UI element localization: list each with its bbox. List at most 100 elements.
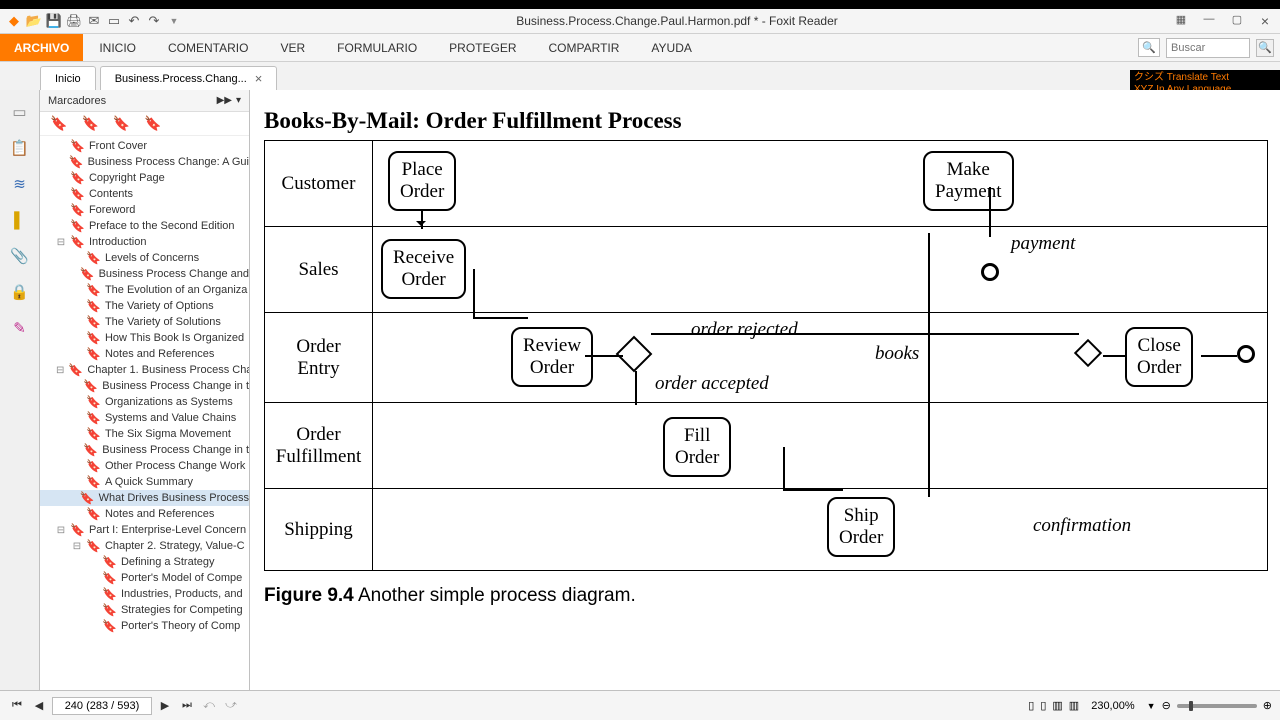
open-icon[interactable]: 📂: [26, 13, 42, 29]
menubar: ARCHIVO INICIO COMENTARIO VER FORMULARIO…: [0, 34, 1280, 62]
bookmark-item[interactable]: 🔖The Evolution of an Organiza: [40, 282, 249, 298]
bm-expand-icon[interactable]: 🔖: [50, 115, 67, 132]
page-icon[interactable]: ▭: [10, 102, 30, 122]
bookmark-item[interactable]: 🔖Business Process Change in t: [40, 378, 249, 394]
bookmark-item[interactable]: 🔖The Variety of Options: [40, 298, 249, 314]
zoom-in-button[interactable]: ⊕: [1263, 699, 1272, 712]
sign-icon[interactable]: ✎: [10, 318, 30, 338]
view-facing-icon[interactable]: ▥: [1052, 699, 1062, 712]
print-icon[interactable]: 🖨: [66, 13, 82, 29]
window-title: Business.Process.Change.Paul.Harmon.pdf …: [182, 14, 1172, 28]
lock-icon[interactable]: 🔒: [10, 282, 30, 302]
bookmark-item[interactable]: 🔖Notes and References: [40, 506, 249, 522]
next-page-button[interactable]: ▶: [156, 697, 174, 715]
search-input[interactable]: [1166, 38, 1250, 58]
bookmark-item[interactable]: ⊟🔖Introduction: [40, 234, 249, 250]
bookmark-item[interactable]: 🔖Front Cover: [40, 138, 249, 154]
bookmark-item[interactable]: 🔖Business Process Change: A Gui: [40, 154, 249, 170]
zoom-out-button[interactable]: ⊖: [1162, 699, 1171, 712]
bookmarks-panel: Marcadores ▶▶▾ 🔖 🔖 🔖 🔖 🔖Front Cover🔖Busi…: [40, 90, 250, 690]
bookmark-item[interactable]: 🔖How This Book Is Organized: [40, 330, 249, 346]
bm-opts-icon[interactable]: 🔖: [144, 115, 161, 132]
bm-new-icon[interactable]: 🔖: [81, 115, 98, 132]
qat-dropdown-icon[interactable]: ▼: [166, 13, 182, 29]
titlebar: ◆ 📂 💾 🖨 ✉ ▭ ↶ ↷ ▼ Business.Process.Chang…: [0, 9, 1280, 34]
ribbon-toggle-icon[interactable]: ▦: [1172, 13, 1190, 29]
find-icon[interactable]: 🔍: [1138, 38, 1160, 57]
nav-back-button[interactable]: ⤺: [200, 697, 218, 715]
menu-comentario[interactable]: COMENTARIO: [152, 34, 264, 61]
bookmark-item[interactable]: 🔖Business Process Change in t: [40, 442, 249, 458]
panel-menu-icon[interactable]: ▾: [236, 95, 241, 106]
bookmark-item[interactable]: 🔖Business Process Change and: [40, 266, 249, 282]
note-icon[interactable]: ▌: [10, 210, 30, 230]
bookmark-item[interactable]: ⊟🔖Chapter 2. Strategy, Value-C: [40, 538, 249, 554]
document-viewport[interactable]: Books-By-Mail: Order Fulfillment Process…: [250, 90, 1280, 690]
bookmarks-tree[interactable]: 🔖Front Cover🔖Business Process Change: A …: [40, 136, 249, 690]
redo-icon[interactable]: ↷: [146, 13, 162, 29]
bookmark-item[interactable]: 🔖Notes and References: [40, 346, 249, 362]
bookmark-item[interactable]: 🔖Contents: [40, 186, 249, 202]
nav-fwd-button[interactable]: ⤻: [222, 697, 240, 715]
menu-formulario[interactable]: FORMULARIO: [321, 34, 433, 61]
first-page-button[interactable]: ⏮: [8, 697, 26, 715]
tab-home[interactable]: Inicio: [40, 66, 96, 90]
last-page-button[interactable]: ⏭: [178, 697, 196, 715]
tab-document[interactable]: Business.Process.Chang...×: [100, 66, 278, 90]
statusbar: ⏮ ◀ ▶ ⏭ ⤺ ⤻ ▯ ▯ ▥ ▥ 230,00% ▼ ⊖ ⊕: [0, 690, 1280, 720]
maximize-icon[interactable]: ▢: [1228, 13, 1246, 29]
clip-icon[interactable]: 📎: [10, 246, 30, 266]
page-input[interactable]: [52, 697, 152, 715]
bookmark-item[interactable]: 🔖Preface to the Second Edition: [40, 218, 249, 234]
bookmark-item[interactable]: 🔖Systems and Value Chains: [40, 410, 249, 426]
snapshot-icon[interactable]: ▭: [106, 13, 122, 29]
menu-ayuda[interactable]: AYUDA: [635, 34, 707, 61]
layers-icon[interactable]: ≋: [10, 174, 30, 194]
close-icon[interactable]: ×: [1256, 13, 1274, 29]
minimize-icon[interactable]: —: [1200, 13, 1218, 29]
bookmark-item[interactable]: 🔖Porter's Model of Compe: [40, 570, 249, 586]
menu-proteger[interactable]: PROTEGER: [433, 34, 532, 61]
search-button[interactable]: 🔍: [1256, 39, 1274, 57]
panel-pin-icon[interactable]: ▶▶: [217, 95, 232, 106]
bookmark-item[interactable]: 🔖Foreword: [40, 202, 249, 218]
app-icon: ◆: [6, 13, 22, 29]
menu-file[interactable]: ARCHIVO: [0, 34, 83, 61]
menu-inicio[interactable]: INICIO: [83, 34, 152, 61]
zoom-dropdown-icon[interactable]: ▼: [1147, 701, 1156, 711]
view-cont-icon[interactable]: ▯: [1040, 699, 1046, 712]
bookmark-item[interactable]: 🔖Porter's Theory of Comp: [40, 618, 249, 634]
bookmark-item[interactable]: 🔖Organizations as Systems: [40, 394, 249, 410]
view-contfacing-icon[interactable]: ▥: [1069, 699, 1079, 712]
clipboard-icon[interactable]: 📋: [10, 138, 30, 158]
bookmarks-title: Marcadores: [48, 95, 106, 107]
bookmark-item[interactable]: 🔖Defining a Strategy: [40, 554, 249, 570]
bookmark-item[interactable]: 🔖Strategies for Competing: [40, 602, 249, 618]
bookmark-item[interactable]: ⊟🔖Chapter 1. Business Process Cha: [40, 362, 249, 378]
diagram-title: Books-By-Mail: Order Fulfillment Process: [264, 108, 1268, 134]
bookmark-item[interactable]: 🔖Other Process Change Work: [40, 458, 249, 474]
bookmark-item[interactable]: 🔖Industries, Products, and: [40, 586, 249, 602]
email-icon[interactable]: ✉: [86, 13, 102, 29]
tool-sidebar: ▭ 📋 ≋ ▌ 📎 🔒 ✎: [0, 90, 40, 690]
bookmark-item[interactable]: 🔖The Variety of Solutions: [40, 314, 249, 330]
zoom-slider[interactable]: [1177, 704, 1257, 708]
tab-close-icon[interactable]: ×: [255, 71, 263, 86]
bookmark-item[interactable]: 🔖The Six Sigma Movement: [40, 426, 249, 442]
bookmark-item[interactable]: 🔖Copyright Page: [40, 170, 249, 186]
bookmark-item[interactable]: ⊟🔖Part I: Enterprise-Level Concern: [40, 522, 249, 538]
save-icon[interactable]: 💾: [46, 13, 62, 29]
view-single-icon[interactable]: ▯: [1028, 699, 1034, 712]
undo-icon[interactable]: ↶: [126, 13, 142, 29]
swimlane-diagram: CustomerPlaceOrderMakePayment SalesRecei…: [264, 140, 1268, 571]
prev-page-button[interactable]: ◀: [30, 697, 48, 715]
bm-del-icon[interactable]: 🔖: [113, 115, 130, 132]
menu-ver[interactable]: VER: [264, 34, 321, 61]
zoom-value: 230,00%: [1091, 700, 1134, 712]
bookmark-item[interactable]: 🔖A Quick Summary: [40, 474, 249, 490]
bookmark-item[interactable]: 🔖Levels of Concerns: [40, 250, 249, 266]
tabbar: Inicio Business.Process.Chang...×: [0, 62, 1280, 90]
figure-caption: Figure 9.4 Another simple process diagra…: [264, 585, 1268, 607]
bookmark-item[interactable]: 🔖What Drives Business Process: [40, 490, 249, 506]
menu-compartir[interactable]: COMPARTIR: [533, 34, 636, 61]
